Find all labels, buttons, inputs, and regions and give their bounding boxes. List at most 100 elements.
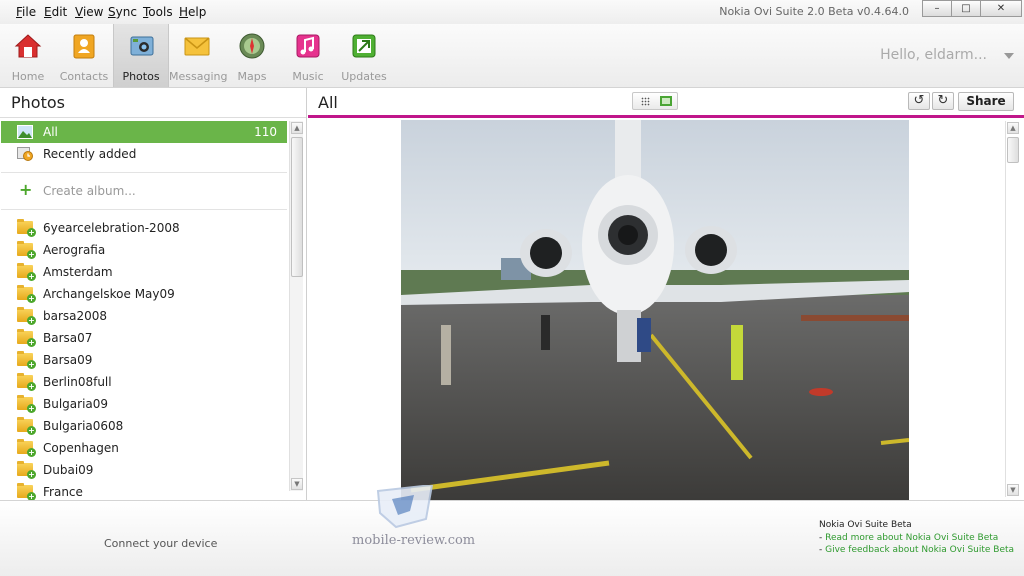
- image-icon: [17, 125, 33, 139]
- album-item[interactable]: + Dubai09: [1, 459, 287, 481]
- menu-edit[interactable]: Edit: [44, 5, 67, 19]
- plus-icon: +: [19, 180, 33, 199]
- photo-count: 110: [254, 125, 277, 139]
- read-more-link[interactable]: - Read more about Nokia Ovi Suite Beta: [819, 533, 998, 543]
- tool-home[interactable]: Home: [0, 24, 56, 87]
- recent-icon: [17, 147, 33, 161]
- album-item[interactable]: +6yearcelebration-2008: [1, 217, 287, 239]
- folder-icon: +: [17, 461, 36, 479]
- sync-badge-icon: +: [27, 316, 36, 325]
- list-item-recent[interactable]: Recently added: [1, 143, 287, 165]
- album-label: Copenhagen: [43, 441, 119, 455]
- album-item[interactable]: + Copenhagen: [1, 437, 287, 459]
- tool-maps-label: Maps: [237, 70, 267, 83]
- contacts-icon: [73, 34, 95, 59]
- scroll-down-arrow[interactable]: ▼: [291, 478, 303, 490]
- scroll-thumb[interactable]: [291, 137, 303, 277]
- album-label: Barsa09: [43, 353, 93, 367]
- tool-contacts[interactable]: Contacts: [56, 24, 112, 87]
- album-label: France: [43, 485, 83, 499]
- connect-device-link[interactable]: Connect your device: [104, 537, 217, 550]
- album-item[interactable]: + Bulgaria09: [1, 393, 287, 415]
- window-title: Nokia Ovi Suite 2.0 Beta v0.4.64.0: [719, 5, 909, 18]
- feedback-link[interactable]: - Give feedback about Nokia Ovi Suite Be…: [819, 545, 1014, 555]
- album-item[interactable]: + Bulgaria0608: [1, 415, 287, 437]
- rotate-right-button[interactable]: ↻: [932, 92, 954, 110]
- create-album-label: Create album...: [43, 184, 136, 198]
- album-label: Barsa07: [43, 331, 93, 345]
- home-icon: [14, 34, 42, 58]
- sync-badge-icon: +: [27, 492, 36, 500]
- viewer-scrollbar[interactable]: ▲ ▼: [1005, 121, 1019, 497]
- photo-preview[interactable]: [401, 120, 909, 500]
- sync-badge-icon: +: [27, 250, 36, 259]
- folder-icon: +: [17, 329, 36, 347]
- scroll-up-arrow[interactable]: ▲: [291, 122, 303, 134]
- beta-title: Nokia Ovi Suite Beta: [819, 520, 912, 530]
- minimize-button[interactable]: –: [922, 0, 952, 17]
- album-label: 6yearcelebration-2008: [43, 221, 180, 235]
- scroll-down-arrow[interactable]: ▼: [1007, 484, 1019, 496]
- tool-updates[interactable]: Updates: [336, 24, 392, 87]
- messaging-icon: [184, 37, 210, 56]
- menu-tools[interactable]: Tools: [143, 5, 173, 19]
- tool-music[interactable]: Music: [280, 24, 336, 87]
- album-item[interactable]: + France: [1, 481, 287, 500]
- albums-panel: Photos All 110 Recently added + Create a…: [0, 88, 307, 500]
- album-item[interactable]: + Barsa09: [1, 349, 287, 371]
- album-label: Dubai09: [43, 463, 94, 477]
- menu-view[interactable]: View: [75, 5, 103, 19]
- watermark-text: mobile-review.com: [352, 533, 476, 548]
- list-item-all[interactable]: All 110: [1, 121, 287, 143]
- tool-maps[interactable]: Maps: [224, 24, 280, 87]
- sync-badge-icon: +: [27, 360, 36, 369]
- album-label: Amsterdam: [43, 265, 113, 279]
- album-item[interactable]: + Barsa07: [1, 327, 287, 349]
- scroll-thumb[interactable]: [1007, 137, 1019, 163]
- album-item[interactable]: + Berlin08full: [1, 371, 287, 393]
- panel-divider: [0, 117, 306, 118]
- status-footer: Connect your device mobile-review.com No…: [0, 485, 1024, 576]
- folder-icon: +: [17, 285, 36, 303]
- tool-music-label: Music: [292, 70, 324, 83]
- scroll-up-arrow[interactable]: ▲: [1007, 122, 1019, 134]
- list-divider: [1, 209, 287, 210]
- album-item[interactable]: + barsa2008: [1, 305, 287, 327]
- folder-icon: +: [17, 417, 36, 435]
- user-greeting[interactable]: Hello, eldarm...: [880, 47, 987, 63]
- album-item[interactable]: + Aerografia: [1, 239, 287, 261]
- view-title: All: [318, 93, 338, 112]
- folder-icon: +: [17, 395, 36, 413]
- tool-home-label: Home: [11, 70, 45, 83]
- feedback-text[interactable]: Give feedback about Nokia Ovi Suite Beta: [825, 545, 1014, 555]
- album-item[interactable]: + Amsterdam: [1, 261, 287, 283]
- rotate-left-button[interactable]: ↺: [908, 92, 930, 110]
- tool-photos[interactable]: Photos: [113, 24, 169, 87]
- menu-help[interactable]: Help: [179, 5, 206, 19]
- list-divider: [1, 172, 287, 173]
- read-more-text[interactable]: Read more about Nokia Ovi Suite Beta: [825, 533, 998, 543]
- create-album-button[interactable]: + Create album...: [1, 180, 287, 202]
- album-label: Bulgaria0608: [43, 419, 124, 433]
- close-button[interactable]: ✕: [980, 0, 1022, 17]
- sync-badge-icon: +: [27, 338, 36, 347]
- menu-file[interactable]: File: [16, 5, 36, 19]
- album-item[interactable]: + Archangelskoe May09: [1, 283, 287, 305]
- share-button[interactable]: Share: [958, 92, 1014, 111]
- window-controls: – □ ✕: [922, 0, 1022, 18]
- maximize-button[interactable]: □: [951, 0, 981, 17]
- album-label: Aerografia: [43, 243, 106, 257]
- menu-sync[interactable]: Sync: [108, 5, 137, 19]
- tool-updates-label: Updates: [341, 70, 387, 83]
- list-item-label: Recently added: [43, 147, 137, 161]
- folder-icon: +: [17, 351, 36, 369]
- sync-badge-icon: +: [27, 228, 36, 237]
- tool-messaging[interactable]: Messaging: [169, 24, 227, 87]
- album-list: All 110 Recently added + Create album...…: [1, 121, 287, 500]
- chevron-down-icon[interactable]: [1004, 53, 1014, 59]
- grid-view-icon[interactable]: [641, 97, 650, 106]
- album-list-scrollbar[interactable]: ▲ ▼: [289, 121, 303, 491]
- folder-icon: +: [17, 439, 36, 457]
- single-view-icon[interactable]: [660, 96, 672, 106]
- folder-icon: +: [17, 307, 36, 325]
